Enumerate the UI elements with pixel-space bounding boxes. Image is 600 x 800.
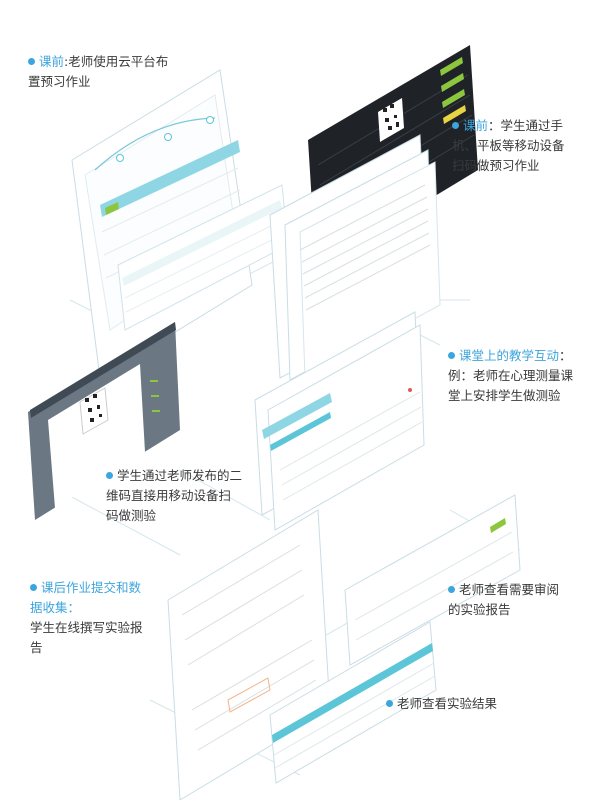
bullet-icon bbox=[448, 586, 455, 593]
teacher-platform-screen bbox=[71, 69, 289, 379]
bullet-icon bbox=[30, 584, 37, 591]
annotation-teacher-view-results: 老师查看实验结果 bbox=[386, 694, 497, 714]
bullet-icon bbox=[452, 122, 459, 129]
bullet-icon bbox=[106, 472, 113, 479]
annotation-after-class-submission: 课后作业提交和数 据收集： 学生在线撰写实验报 告 bbox=[30, 580, 143, 655]
annotation-before-class-students: 课前：学生通过手 机、平板等移动设备 扫码做预习作业 bbox=[452, 118, 565, 173]
bullet-icon bbox=[386, 700, 393, 707]
mobile-qr-screen bbox=[269, 45, 478, 381]
bullet-icon bbox=[448, 352, 455, 359]
annotation-in-class-interaction: 课堂上的教学互动： 例：老师在心理测量课 堂上安排学生做测验 bbox=[448, 348, 574, 403]
annotation-teacher-review-reports: 老师查看需要审阅 的实验报告 bbox=[448, 582, 560, 617]
annotation-before-class-teacher: 课前:老师使用云平台布 置预习作业 bbox=[28, 54, 169, 89]
bullet-icon bbox=[28, 58, 35, 65]
annotation-qr-test: 学生通过老师发布的二 维码直接用移动设备扫 码做测验 bbox=[106, 468, 243, 523]
